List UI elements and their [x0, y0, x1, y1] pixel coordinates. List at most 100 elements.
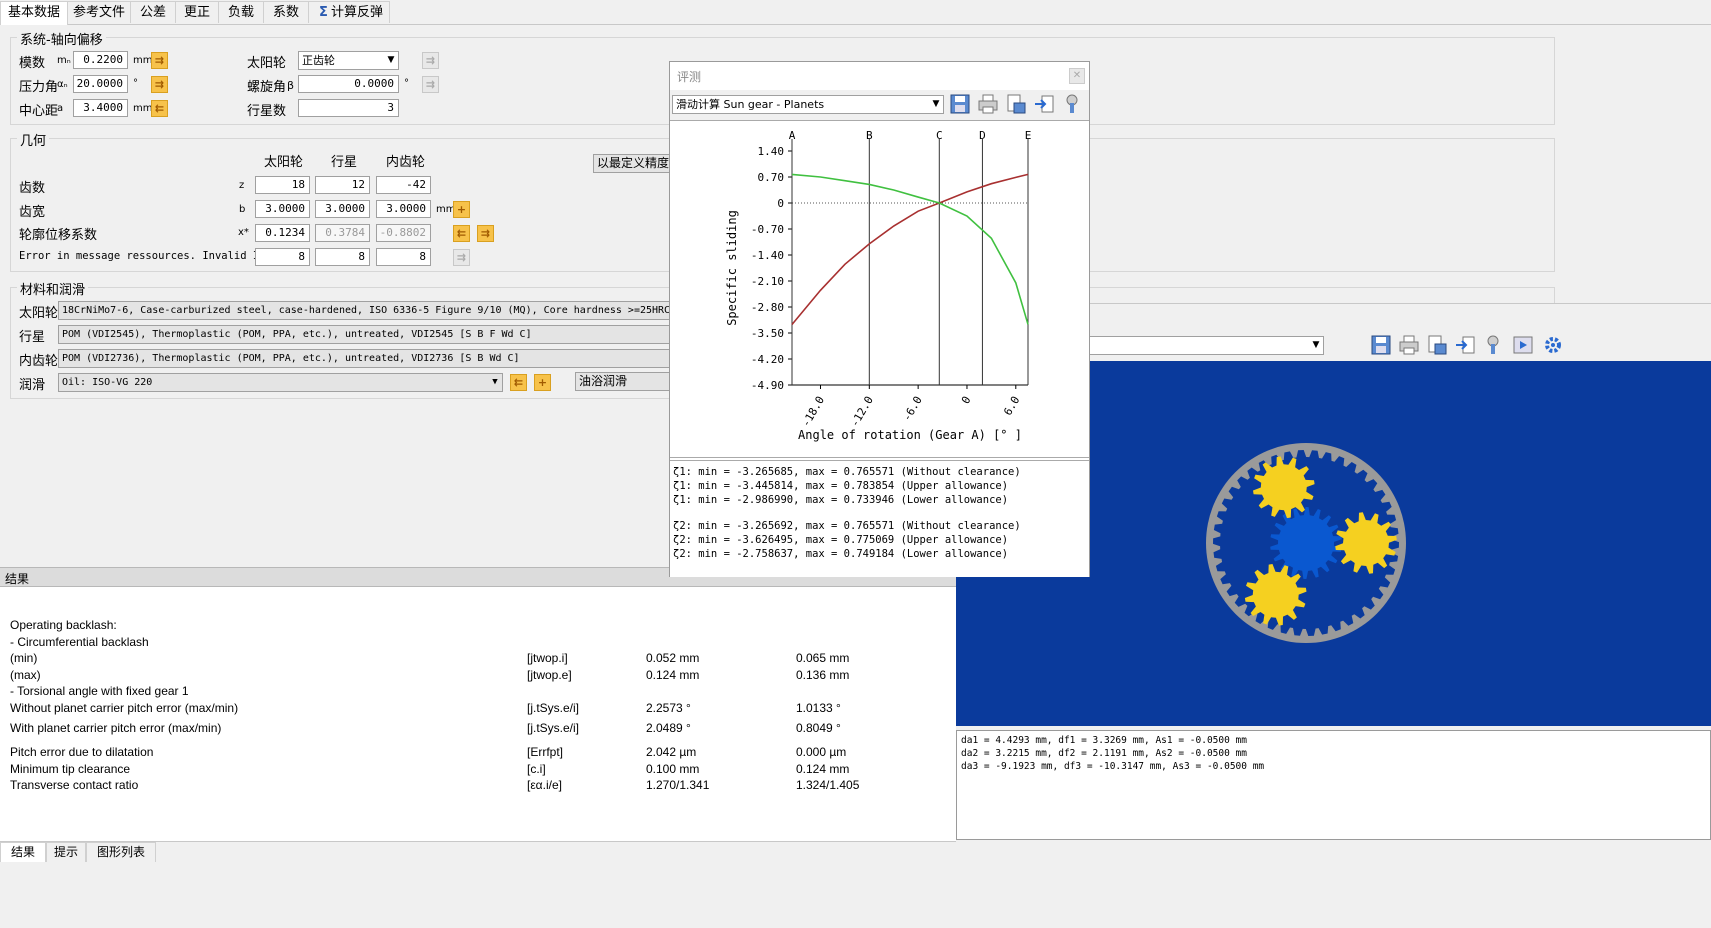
x-tick-label: -6.0 — [900, 394, 925, 423]
col-ring-header: 内齿轮 — [386, 155, 426, 170]
print-icon[interactable] — [1398, 334, 1420, 356]
center-distance-symbol: a — [57, 103, 64, 114]
chart-area[interactable]: 1.40 0.70 0 -0.70 -1.40 -2.10 -2.80 -3.50 -4.20 -… — [670, 120, 1089, 458]
x-tick-label: 6.0 — [1001, 394, 1022, 418]
tab-factors[interactable]: 系数 — [263, 1, 309, 23]
popup-toolbar: 滑动计算 Sun gear - Planets ▼ — [670, 90, 1089, 120]
result-symbol: [j.tSys.e/i] — [527, 701, 580, 715]
bottom-tab-graphics-list[interactable]: 图形列表 — [86, 842, 156, 862]
settings-wrench-icon[interactable] — [1061, 93, 1083, 115]
popup-title-bar: 评测 ✕ — [670, 62, 1089, 90]
pressure-angle-convert-button[interactable]: ⇉ — [151, 76, 168, 93]
save-icon[interactable] — [1370, 334, 1392, 356]
center-distance-sizing-button[interactable]: ⇇ — [151, 100, 168, 117]
print-preview-icon[interactable] — [1426, 334, 1448, 356]
result-value-1: 2.042 µm — [646, 745, 697, 759]
lubrication-add-button[interactable]: + — [534, 374, 551, 391]
quality-button[interactable]: ⇉ — [453, 249, 470, 266]
profile-shift-planet-input[interactable]: 0.3784 — [315, 224, 370, 242]
sun-gear-type-select[interactable]: 正齿轮 ▼ — [298, 51, 399, 70]
face-width-sun-input[interactable]: 3.0000 — [255, 200, 310, 218]
center-distance-label: 中心距 — [19, 104, 59, 119]
module-convert-button[interactable]: ⇉ — [151, 52, 168, 69]
tab-calculation[interactable]: Σ 计算反弹 — [308, 1, 390, 23]
result-symbol: [jtwop.e] — [527, 668, 572, 682]
evaluation-select[interactable]: 滑动计算 Sun gear - Planets ▼ — [672, 95, 944, 114]
tab-tolerance[interactable]: 公差 — [130, 1, 176, 23]
quality-ring-input[interactable]: 8 — [376, 248, 431, 266]
profile-shift-sizing-button[interactable]: ⇇ — [453, 225, 470, 242]
result-label: Operating backlash: — [10, 618, 117, 632]
gear-view-select[interactable]: ▼ — [1088, 336, 1324, 355]
settings-wrench-icon[interactable] — [1482, 334, 1504, 356]
col-planet-header: 行星 — [331, 155, 358, 170]
marker-label: A — [789, 129, 796, 142]
lubrication-type-select[interactable]: 油浴润滑 — [575, 372, 673, 391]
results-title: 结果 — [5, 572, 30, 586]
module-input[interactable]: 0.2200 — [73, 51, 128, 69]
bottom-tab-results[interactable]: 结果 — [0, 842, 46, 862]
teeth-label: 齿数 — [19, 181, 46, 196]
result-value-1: 0.052 mm — [646, 651, 700, 665]
x-tick-label: -12.0 — [848, 394, 876, 429]
tab-reference-profile[interactable]: 参考文件 — [67, 1, 131, 23]
series-line — [791, 173, 1029, 325]
print-icon[interactable] — [977, 93, 999, 115]
popup-text-panel: ζ1: min = -3.265685, max = 0.765571 (Wit… — [670, 460, 1089, 577]
teeth-symbol: z — [239, 180, 245, 191]
face-width-add-button[interactable]: + — [453, 201, 470, 218]
quality-planet-input[interactable]: 8 — [315, 248, 370, 266]
group-normal-title: 系统-轴向偏移 — [17, 29, 106, 48]
gear-info-line: da3 = -9.1923 mm, df3 = -10.3147 mm, As3… — [961, 761, 1265, 772]
y-tick-label: -2.80 — [751, 301, 784, 314]
profile-shift-sun-input[interactable]: 0.1234 — [255, 224, 310, 242]
tab-basic-data[interactable]: 基本数据 — [0, 1, 68, 25]
sliding-result-line: ζ1: min = -3.265685, max = 0.765571 (Wit… — [673, 466, 1021, 478]
play-icon[interactable] — [1512, 334, 1534, 356]
profile-shift-label: 轮廓位移系数 — [19, 228, 98, 243]
sun-gear-type-button[interactable]: ⇉ — [422, 52, 439, 69]
group-geometry-title: 几何 — [17, 130, 50, 149]
material-ring-select[interactable]: POM (VDI2736), Thermoplastic (POM, PPA, … — [58, 349, 673, 368]
tab-load[interactable]: 负载 — [218, 1, 264, 23]
lubrication-value: Oil: ISO-VG 220 — [62, 377, 153, 388]
teeth-sun-input[interactable]: 18 — [255, 176, 310, 194]
save-icon[interactable] — [949, 93, 971, 115]
pressure-angle-label: 压力角 — [19, 80, 59, 95]
helix-angle-input[interactable]: 0.0000 — [298, 75, 399, 93]
bottom-tab-hints[interactable]: 提示 — [46, 842, 86, 862]
face-width-ring-input[interactable]: 3.0000 — [376, 200, 431, 218]
result-label: (max) — [10, 668, 41, 682]
face-width-planet-input[interactable]: 3.0000 — [315, 200, 370, 218]
teeth-ring-input[interactable]: -42 — [376, 176, 431, 194]
y-tick-label: -4.20 — [751, 353, 784, 366]
x-tick-label: -18.0 — [799, 394, 827, 429]
tab-modification[interactable]: 更正 — [175, 1, 219, 23]
material-sun-select[interactable]: 18CrNiMo7-6, Case-carburized steel, case… — [58, 301, 673, 320]
lubrication-label: 润滑 — [19, 378, 46, 393]
y-tick-label: -1.40 — [751, 249, 784, 262]
tab-calculation-label: 计算反弹 — [330, 5, 383, 20]
gear-settings-icon[interactable] — [1542, 334, 1564, 356]
lubrication-sizing-button[interactable]: ⇇ — [510, 374, 527, 391]
helix-angle-button[interactable]: ⇉ — [422, 76, 439, 93]
planet-count-input[interactable]: 3 — [298, 99, 399, 117]
profile-shift-convert-button[interactable]: ⇉ — [477, 225, 494, 242]
lubrication-select[interactable]: Oil: ISO-VG 220 ▼ — [58, 373, 503, 392]
result-symbol: [jtwop.i] — [527, 651, 568, 665]
sigma-icon: Σ — [319, 5, 328, 20]
print-preview-icon[interactable] — [1005, 93, 1027, 115]
result-value-2: 0.000 µm — [796, 745, 847, 759]
center-distance-input[interactable]: 3.4000 — [73, 99, 128, 117]
close-icon[interactable]: ✕ — [1069, 68, 1085, 84]
planet-count-label: 行星数 — [247, 104, 287, 119]
material-planet-select[interactable]: POM (VDI2545), Thermoplastic (POM, PPA, … — [58, 325, 673, 344]
teeth-planet-input[interactable]: 12 — [315, 176, 370, 194]
quality-sun-input[interactable]: 8 — [255, 248, 310, 266]
precision-button[interactable]: 以最定义精度的 — [593, 154, 673, 173]
profile-shift-ring-input[interactable]: -0.8802 — [376, 224, 431, 242]
y-axis-label: Specific sliding — [725, 210, 739, 326]
export-icon[interactable] — [1033, 93, 1055, 115]
pressure-angle-input[interactable]: 20.0000 — [73, 75, 128, 93]
export-icon[interactable] — [1454, 334, 1476, 356]
